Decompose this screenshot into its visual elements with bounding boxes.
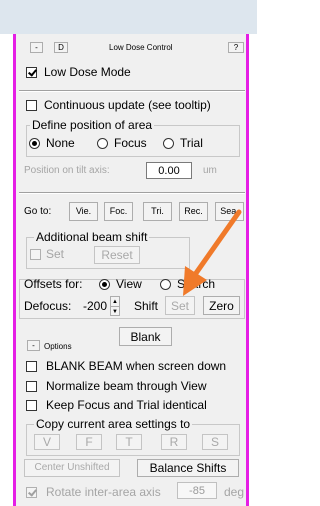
annotation-arrow-icon [183, 209, 242, 296]
